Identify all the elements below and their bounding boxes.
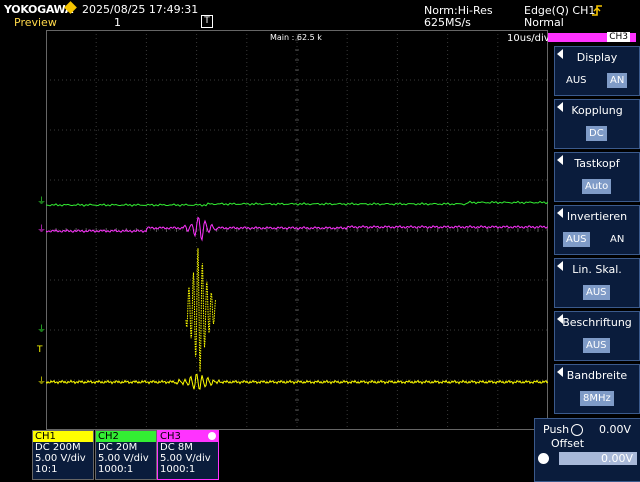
offset-panel[interactable]: Push 0.00V Offset 0.00V — [534, 418, 640, 482]
active-channel-label: CH3 — [607, 32, 630, 42]
trigger-position-icon[interactable]: T — [201, 15, 213, 28]
menu-linscale[interactable]: Lin. Skal. AUS — [554, 258, 640, 308]
ch1-name: CH1 — [33, 431, 93, 442]
probe-value[interactable]: Auto — [582, 179, 612, 194]
menu-label[interactable]: Beschriftung AUS — [554, 311, 640, 361]
ch1-coupling: DC 200M — [35, 442, 81, 453]
menu-display-title: Display — [576, 51, 618, 64]
display-off-option[interactable]: AUS — [563, 73, 590, 88]
timebase-label[interactable]: 10us/div — [507, 33, 550, 44]
menu-linscale-title: Lin. Skal. — [572, 263, 622, 276]
offset-reset-icon[interactable] — [538, 453, 549, 464]
bandwidth-value[interactable]: 8MHz — [580, 391, 614, 406]
menu-probe-title: Tastkopf — [574, 157, 620, 170]
menu-coupling-title: Kopplung — [571, 104, 623, 117]
brand-logo: YOKOGAWA — [4, 3, 74, 16]
knob-icon — [571, 424, 583, 436]
ch3-scale: 5.00 V/div — [160, 453, 211, 464]
history-index: 1 — [114, 16, 121, 29]
ch3-name: CH3 — [158, 431, 218, 442]
menu-invert[interactable]: Invertieren AUS AN — [554, 205, 640, 255]
datetime: 2025/08/25 17:49:31 — [82, 3, 199, 16]
label-value[interactable]: AUS — [583, 338, 610, 353]
offset-value-top: 0.00V — [599, 423, 632, 436]
sample-rate: 625MS/s — [424, 16, 471, 29]
ch1-ground-marker[interactable]: ⏚ — [37, 378, 46, 387]
trigger-level-marker[interactable]: T — [37, 346, 46, 355]
main-record-length: Main : 62.5 k — [270, 33, 322, 42]
ch3-probe: 1000:1 — [160, 464, 196, 475]
invert-on-option[interactable]: AN — [607, 232, 627, 247]
ch1-scale: 5.00 V/div — [35, 453, 86, 464]
ch2-probe: 1000:1 — [98, 464, 134, 475]
rising-edge-icon — [592, 5, 602, 16]
preview-label: Preview — [14, 16, 57, 29]
menu-bandwidth-title: Bandbreite — [566, 369, 628, 382]
acquisition-info: Norm:Hi-Res 625MS/s — [424, 5, 493, 29]
ch2-scale: 5.00 V/div — [98, 453, 149, 464]
menu-label-title: Beschriftung — [562, 316, 632, 329]
ch2-ground-marker[interactable]: ⏚ — [37, 198, 46, 207]
ch1-probe: 10:1 — [35, 464, 58, 475]
trigger-mode: Normal — [524, 16, 564, 29]
waveform-display[interactable] — [46, 30, 548, 430]
push-label: Push — [543, 423, 570, 436]
active-channel-tab[interactable]: CH3 — [548, 32, 636, 42]
ch3-select-icon — [208, 432, 216, 440]
menu-coupling[interactable]: Kopplung DC — [554, 99, 640, 149]
ch2-ref-marker[interactable]: ⏚ — [37, 326, 46, 335]
menu-invert-title: Invertieren — [566, 210, 628, 223]
offset-input[interactable]: 0.00V — [559, 452, 637, 465]
offset-title: Offset — [551, 437, 585, 450]
ch3-info-box[interactable]: CH3 DC 8M 5.00 V/div 1000:1 — [157, 430, 219, 480]
coupling-value[interactable]: DC — [586, 126, 607, 141]
linscale-value[interactable]: AUS — [583, 285, 610, 300]
ch2-info-box[interactable]: CH2 DC 20M 5.00 V/div 1000:1 — [95, 430, 157, 480]
invert-off-option[interactable]: AUS — [563, 232, 590, 247]
menu-display[interactable]: Display AUS AN — [554, 46, 640, 96]
ch3-coupling: DC 8M — [160, 442, 193, 453]
ch1-info-box[interactable]: CH1 DC 200M 5.00 V/div 10:1 — [32, 430, 94, 480]
display-on-option[interactable]: AN — [607, 73, 628, 88]
menu-bandwidth[interactable]: Bandbreite 8MHz — [554, 364, 640, 414]
trigger-info[interactable]: Edge(Q) CH1 Normal — [524, 5, 595, 29]
ch3-name-label: CH3 — [160, 431, 181, 442]
offset-input-value: 0.00V — [600, 452, 633, 465]
ch2-coupling: DC 20M — [98, 442, 138, 453]
ch2-name: CH2 — [96, 431, 156, 442]
menu-probe[interactable]: Tastkopf Auto — [554, 152, 640, 202]
ch3-ground-marker[interactable]: ⏚ — [37, 226, 46, 235]
